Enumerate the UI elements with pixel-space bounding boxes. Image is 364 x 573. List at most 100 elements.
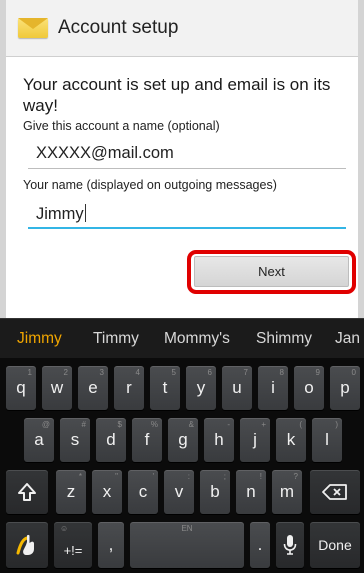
key-label: k (286, 430, 296, 449)
comma-key[interactable]: , (98, 522, 124, 568)
shift-key[interactable] (6, 470, 48, 514)
key-label: Done (318, 537, 352, 553)
key-o[interactable]: 9o (294, 366, 324, 410)
key-u[interactable]: 7u (222, 366, 252, 410)
key-v[interactable]: :v (164, 470, 194, 514)
key-p[interactable]: 0p (330, 366, 360, 410)
key-d[interactable]: $ d (96, 418, 126, 462)
key-e[interactable]: 3e (78, 366, 108, 410)
key-label: q (16, 378, 26, 397)
key-hint: + (261, 420, 266, 429)
key-hint: ; (223, 472, 226, 481)
suggestion-item[interactable]: Timmy (93, 330, 139, 348)
key-hint: % (150, 420, 158, 429)
key-hint: 4 (135, 368, 140, 377)
key-label: b (210, 482, 220, 501)
key-label: u (232, 378, 242, 397)
backspace-icon (322, 484, 347, 500)
account-name-value: XXXXX@mail.com (36, 144, 174, 162)
key-label: i (271, 378, 275, 397)
key-h[interactable]: -h (204, 418, 234, 462)
key-b[interactable]: ; b (200, 470, 230, 514)
email-envelope-icon (16, 14, 50, 42)
key-r[interactable]: 4r (114, 366, 144, 410)
key-a[interactable]: @ a (24, 418, 54, 462)
key-t[interactable]: 5t (150, 366, 180, 410)
voice-input-key[interactable] (276, 522, 304, 568)
key-f[interactable]: % f (132, 418, 162, 462)
key-c[interactable]: ' c (128, 470, 158, 514)
key-label: s (70, 430, 80, 449)
key-label: g (178, 430, 188, 449)
key-label: . (257, 535, 263, 554)
symbols-key[interactable]: ☺ +!= (54, 522, 92, 568)
your-name-label: Your name (displayed on outgoing message… (23, 178, 277, 192)
key-label: v (174, 482, 184, 501)
key-hint: $ (117, 420, 122, 429)
swype-key[interactable] (6, 522, 48, 568)
key-hint: " (115, 472, 118, 481)
account-name-field[interactable]: XXXXX@mail.com (28, 139, 346, 169)
key-w[interactable]: 2w (42, 366, 72, 410)
key-hint: 2 (63, 368, 68, 377)
key-hint: & (188, 420, 194, 429)
key-l[interactable]: ) l (312, 418, 342, 462)
key-label: c (138, 482, 148, 501)
key-m[interactable]: ? m (272, 470, 302, 514)
key-k[interactable]: (k (276, 418, 306, 462)
key-hint: ' (152, 472, 154, 481)
key-hint: * (78, 472, 82, 481)
key-label: f (144, 430, 150, 449)
next-button[interactable]: Next (194, 256, 349, 287)
key-s[interactable]: # s (60, 418, 90, 462)
key-hint: - (227, 420, 230, 429)
period-key[interactable]: . (250, 522, 270, 568)
key-hint: ? (293, 472, 298, 481)
suggestion-item[interactable]: Jimmy (17, 330, 62, 348)
key-hint: 5 (171, 368, 176, 377)
key-label: r (126, 378, 132, 397)
space-key[interactable]: EN (130, 522, 244, 568)
key-hint: EN (181, 524, 193, 533)
key-y[interactable]: 6y (186, 366, 216, 410)
key-label: z (66, 482, 76, 501)
account-name-label: Give this account a name (optional) (23, 119, 220, 133)
action-bar: Account setup (6, 0, 358, 56)
your-name-field[interactable]: Jimmy (28, 197, 346, 229)
key-label: p (340, 378, 350, 397)
key-i[interactable]: 8i (258, 366, 288, 410)
key-j[interactable]: + j (240, 418, 270, 462)
key-hint: ) (335, 420, 338, 429)
key-q[interactable]: 1q (6, 366, 36, 410)
key-hint: : (187, 472, 190, 481)
page-title: Account setup (58, 17, 179, 38)
key-label: n (246, 482, 256, 501)
suggestion-item[interactable]: Mommy's (164, 330, 230, 348)
suggestion-item[interactable]: Shimmy (256, 330, 312, 348)
text-cursor (84, 204, 86, 222)
suggestion-item[interactable]: Jan (335, 330, 360, 348)
account-setup-form: Your account is set up and email is on i… (6, 57, 358, 318)
key-label: y (196, 378, 206, 397)
frame-right (358, 0, 364, 318)
key-hint: ( (299, 420, 302, 429)
key-label: h (214, 430, 224, 449)
key-label: a (34, 430, 44, 449)
key-n[interactable]: ! n (236, 470, 266, 514)
key-hint: 6 (207, 368, 212, 377)
screen: Account setup Your account is set up and… (0, 0, 364, 573)
key-g[interactable]: & g (168, 418, 198, 462)
key-hint: ! (259, 472, 262, 481)
key-label: o (304, 378, 314, 397)
key-hint: # (81, 420, 86, 429)
done-key[interactable]: Done (310, 522, 360, 568)
key-label: e (88, 378, 98, 397)
key-label: , (108, 535, 114, 554)
backspace-key[interactable] (310, 470, 360, 514)
key-z[interactable]: * z (56, 470, 86, 514)
shift-icon (18, 483, 36, 501)
setup-headline: Your account is set up and email is on i… (23, 75, 331, 115)
key-x[interactable]: " x (92, 470, 122, 514)
key-hint: 8 (279, 368, 284, 377)
key-hint: 0 (351, 368, 356, 377)
